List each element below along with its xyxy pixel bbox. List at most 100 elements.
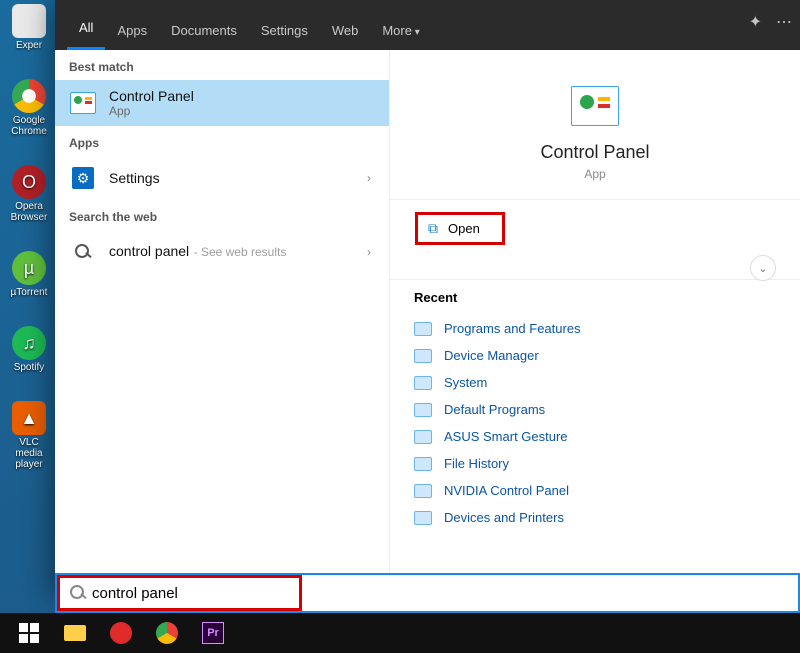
desktop-icon-label: µTorrent [11, 287, 48, 298]
recent-item-nvidia-control-panel[interactable]: NVIDIA Control Panel [414, 477, 776, 504]
desktop-icon-label: VLC media player [6, 437, 52, 470]
taskbar-premiere[interactable]: Pr [190, 613, 236, 653]
flyout-body: Best match Control Panel App Apps ⚙ Sett… [55, 50, 800, 595]
desktop-icon-label: Spotify [14, 362, 45, 373]
section-web: Search the web [55, 200, 389, 230]
divider [390, 199, 800, 200]
spotify-icon: ♫ [12, 326, 46, 360]
search-flyout: All Apps Documents Settings Web More ✦ ⋯… [55, 0, 800, 595]
utorrent-icon: µ [12, 251, 46, 285]
feedback-icon[interactable]: ✦ [749, 12, 762, 32]
desktop-icon-exper[interactable]: Exper [6, 4, 52, 51]
panel-item-icon [414, 349, 432, 363]
premiere-icon: Pr [202, 622, 224, 644]
desktop-icon-vlc[interactable]: ▲VLC media player [6, 401, 52, 470]
recent-item-default-programs[interactable]: Default Programs [414, 396, 776, 423]
desktop-icon-column: Exper Google Chrome OOpera Browser µ µTor… [6, 4, 52, 470]
gear-icon: ⚙ [69, 164, 97, 192]
opera-icon: O [12, 165, 46, 199]
preview-title: Control Panel [540, 142, 649, 163]
recent-header: Recent [414, 290, 776, 305]
open-label: Open [448, 221, 480, 236]
panel-item-icon [414, 484, 432, 498]
file-icon [12, 4, 46, 38]
tab-more[interactable]: More [370, 9, 431, 50]
expand-row: ⌄ [390, 255, 800, 279]
windows-icon [19, 623, 39, 643]
recent-label: Default Programs [444, 402, 545, 417]
chevron-right-icon: › [367, 171, 375, 185]
desktop-icon-utorrent[interactable]: µ µTorrent [6, 251, 52, 298]
recent-section: Recent Programs and Features Device Mana… [390, 280, 800, 531]
start-button[interactable] [6, 613, 52, 653]
panel-item-icon [414, 376, 432, 390]
section-best-match: Best match [55, 50, 389, 80]
result-title: control panel [109, 243, 189, 259]
control-panel-icon [571, 86, 619, 126]
results-list: Best match Control Panel App Apps ⚙ Sett… [55, 50, 390, 595]
preview-subtitle: App [540, 167, 649, 181]
panel-item-icon [414, 457, 432, 471]
tab-documents[interactable]: Documents [159, 9, 249, 50]
recent-item-system[interactable]: System [414, 369, 776, 396]
recent-item-devices-printers[interactable]: Devices and Printers [414, 504, 776, 531]
panel-item-icon [414, 511, 432, 525]
desktop-icon-chrome[interactable]: Google Chrome [6, 79, 52, 137]
result-hint: - See web results [194, 245, 287, 259]
search-tab-bar: All Apps Documents Settings Web More ✦ ⋯ [55, 0, 800, 50]
result-title: Settings [109, 170, 355, 186]
recent-label: System [444, 375, 487, 390]
result-control-panel[interactable]: Control Panel App [55, 80, 389, 126]
tab-web[interactable]: Web [320, 9, 371, 50]
opera-icon [110, 622, 132, 644]
taskbar-chrome[interactable] [144, 613, 190, 653]
preview-hero: Control Panel App [530, 50, 659, 199]
overflow-icon[interactable]: ⋯ [776, 12, 792, 32]
result-settings[interactable]: ⚙ Settings › [55, 156, 389, 200]
desktop-icon-label: Exper [16, 40, 42, 51]
vlc-icon: ▲ [12, 401, 46, 435]
taskbar-file-explorer[interactable] [52, 613, 98, 653]
chevron-right-icon: › [367, 245, 375, 259]
result-web-control-panel[interactable]: control panel - See web results › [55, 230, 389, 274]
control-panel-icon [69, 89, 97, 117]
recent-item-file-history[interactable]: File History [414, 450, 776, 477]
desktop: Exper Google Chrome OOpera Browser µ µTor… [0, 0, 800, 653]
tab-settings[interactable]: Settings [249, 9, 320, 50]
search-bar [55, 573, 800, 613]
desktop-icon-label: Opera Browser [6, 201, 52, 223]
panel-item-icon [414, 403, 432, 417]
taskbar-opera[interactable] [98, 613, 144, 653]
search-icon [68, 583, 84, 603]
section-apps: Apps [55, 126, 389, 156]
recent-item-device-manager[interactable]: Device Manager [414, 342, 776, 369]
open-button[interactable]: ⧉ Open [415, 212, 505, 245]
search-icon [69, 238, 97, 266]
desktop-icon-label: Google Chrome [6, 115, 52, 137]
search-box-highlight [57, 575, 302, 611]
chrome-icon [156, 622, 178, 644]
recent-label: Programs and Features [444, 321, 581, 336]
result-subtitle: App [109, 104, 375, 118]
recent-label: ASUS Smart Gesture [444, 429, 568, 444]
chrome-icon [12, 79, 46, 113]
recent-label: Devices and Printers [444, 510, 564, 525]
preview-pane: Control Panel App ⧉ Open ⌄ Recent Progra… [390, 50, 800, 595]
recent-label: Device Manager [444, 348, 539, 363]
recent-item-programs-features[interactable]: Programs and Features [414, 315, 776, 342]
desktop-icon-spotify[interactable]: ♫ Spotify [6, 326, 52, 373]
search-input[interactable] [92, 585, 291, 602]
recent-label: NVIDIA Control Panel [444, 483, 569, 498]
panel-item-icon [414, 322, 432, 336]
tab-all[interactable]: All [67, 6, 105, 50]
open-icon: ⧉ [428, 220, 438, 237]
panel-item-icon [414, 430, 432, 444]
desktop-icon-opera[interactable]: OOpera Browser [6, 165, 52, 223]
result-title: Control Panel [109, 88, 375, 104]
chevron-down-icon[interactable]: ⌄ [750, 255, 776, 281]
recent-item-asus-smart-gesture[interactable]: ASUS Smart Gesture [414, 423, 776, 450]
taskbar: Pr [0, 613, 800, 653]
tab-apps[interactable]: Apps [105, 9, 159, 50]
recent-label: File History [444, 456, 509, 471]
folder-icon [64, 625, 86, 641]
